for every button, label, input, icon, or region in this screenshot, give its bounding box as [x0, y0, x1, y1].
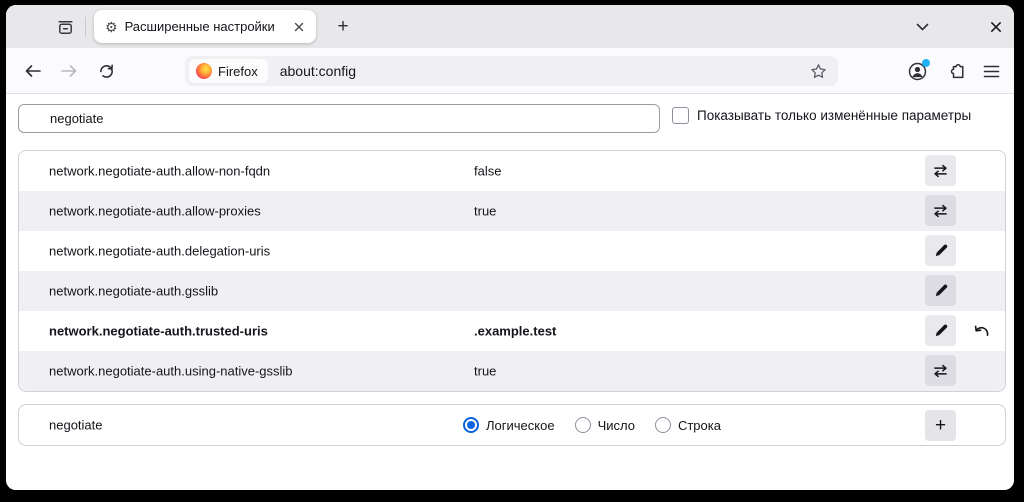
bookmark-star-button[interactable] [806, 59, 830, 83]
pref-name: network.negotiate-auth.delegation-uris [49, 243, 271, 259]
pref-type-radio-group: Логическое Число Строка [463, 405, 721, 445]
add-pref-row: negotiate Логическое Число Строка + [18, 404, 1006, 446]
browser-window: ⚙ Расширенные настройки + Firefox about:… [6, 5, 1014, 490]
firefox-logo-icon [196, 63, 212, 79]
radio-type-number[interactable]: Число [574, 417, 635, 433]
radio-type-string[interactable]: Строка [654, 417, 721, 433]
site-identity-chip[interactable]: Firefox [189, 59, 268, 83]
reset-pref-button[interactable] [967, 319, 995, 343]
tab-close-button[interactable] [289, 17, 309, 37]
pencil-icon [933, 283, 948, 298]
pref-name: network.negotiate-auth.allow-non-fqdn [49, 163, 271, 179]
menu-button[interactable] [976, 57, 1006, 85]
forward-arrow-icon [60, 63, 78, 79]
search-input[interactable] [18, 104, 660, 133]
notification-dot [921, 58, 930, 67]
toggle-arrows-icon [932, 363, 949, 379]
toggle-pref-button[interactable] [925, 155, 956, 186]
pencil-icon [933, 243, 948, 258]
checkbox-icon [672, 107, 689, 124]
pref-name: network.negotiate-auth.allow-proxies [49, 203, 261, 219]
pref-name: network.negotiate-auth.using-native-gssl… [49, 363, 293, 379]
url-bar[interactable]: Firefox about:config [185, 56, 838, 86]
pref-name: network.negotiate-auth.trusted-uris [49, 323, 268, 339]
toggle-arrows-icon [932, 163, 949, 179]
new-tab-button[interactable]: + [328, 13, 358, 41]
edit-pref-button[interactable] [925, 275, 956, 306]
edit-pref-button[interactable] [925, 235, 956, 266]
close-icon [294, 22, 304, 32]
extensions-button[interactable] [942, 57, 972, 85]
back-arrow-icon [24, 63, 42, 79]
tab-separator [85, 17, 86, 37]
chevron-down-icon [916, 23, 929, 31]
navigation-toolbar: Firefox about:config [6, 48, 1014, 94]
tab-title: Расширенные настройки [124, 19, 275, 34]
toggle-arrows-icon [932, 203, 949, 219]
forward-button[interactable] [54, 56, 84, 86]
radio-icon [574, 417, 591, 433]
pref-row: network.negotiate-auth.allow-non-fqdn fa… [19, 151, 1005, 191]
checkbox-label: Показывать только изменённые параметры [697, 108, 972, 123]
hamburger-icon [983, 65, 1000, 78]
undo-arrow-icon [970, 322, 992, 340]
tab-advanced-settings[interactable]: ⚙ Расширенные настройки [94, 10, 316, 43]
site-identity-label: Firefox [218, 63, 258, 79]
pref-row: network.negotiate-auth.gsslib [19, 271, 1005, 311]
pref-name: network.negotiate-auth.gsslib [49, 283, 219, 299]
url-text: about:config [279, 63, 357, 79]
toggle-pref-button[interactable] [925, 195, 956, 226]
radio-type-boolean[interactable]: Логическое [463, 417, 555, 433]
back-button[interactable] [18, 56, 48, 86]
pref-value: false [474, 163, 502, 179]
star-icon [810, 63, 827, 80]
window-close-button[interactable] [982, 14, 1010, 40]
edit-pref-button[interactable] [925, 315, 956, 346]
new-pref-name: negotiate [49, 417, 103, 433]
firefox-view-button[interactable] [49, 13, 81, 41]
pref-value: true [474, 363, 497, 379]
radio-icon [463, 417, 479, 433]
toggle-pref-button[interactable] [925, 355, 956, 386]
reload-button[interactable] [91, 56, 121, 86]
account-icon [907, 58, 930, 82]
close-icon [990, 21, 1002, 33]
pref-value: true [474, 203, 497, 219]
puzzle-piece-icon [948, 62, 967, 81]
radio-icon [654, 417, 671, 433]
about-config-page: Показывать только изменённые параметры n… [6, 94, 1014, 490]
pref-row: network.negotiate-auth.allow-proxies tru… [19, 191, 1005, 231]
add-pref-button[interactable]: + [925, 410, 956, 441]
pref-row: network.negotiate-auth.trusted-uris .exa… [19, 311, 1005, 351]
show-modified-only-checkbox[interactable]: Показывать только изменённые параметры [672, 107, 971, 124]
pref-value: .example.test [474, 323, 557, 339]
gear-icon: ⚙ [105, 18, 118, 35]
pref-row: network.negotiate-auth.using-native-gssl… [19, 351, 1005, 391]
account-button[interactable] [902, 57, 932, 85]
list-all-tabs-button[interactable] [908, 14, 936, 40]
preferences-table: network.negotiate-auth.allow-non-fqdn fa… [18, 150, 1006, 392]
firefox-view-icon [56, 18, 75, 37]
pencil-icon [933, 323, 948, 338]
tab-strip: ⚙ Расширенные настройки + [6, 5, 1014, 48]
pref-row: network.negotiate-auth.delegation-uris [19, 231, 1005, 271]
reload-icon [98, 63, 115, 80]
